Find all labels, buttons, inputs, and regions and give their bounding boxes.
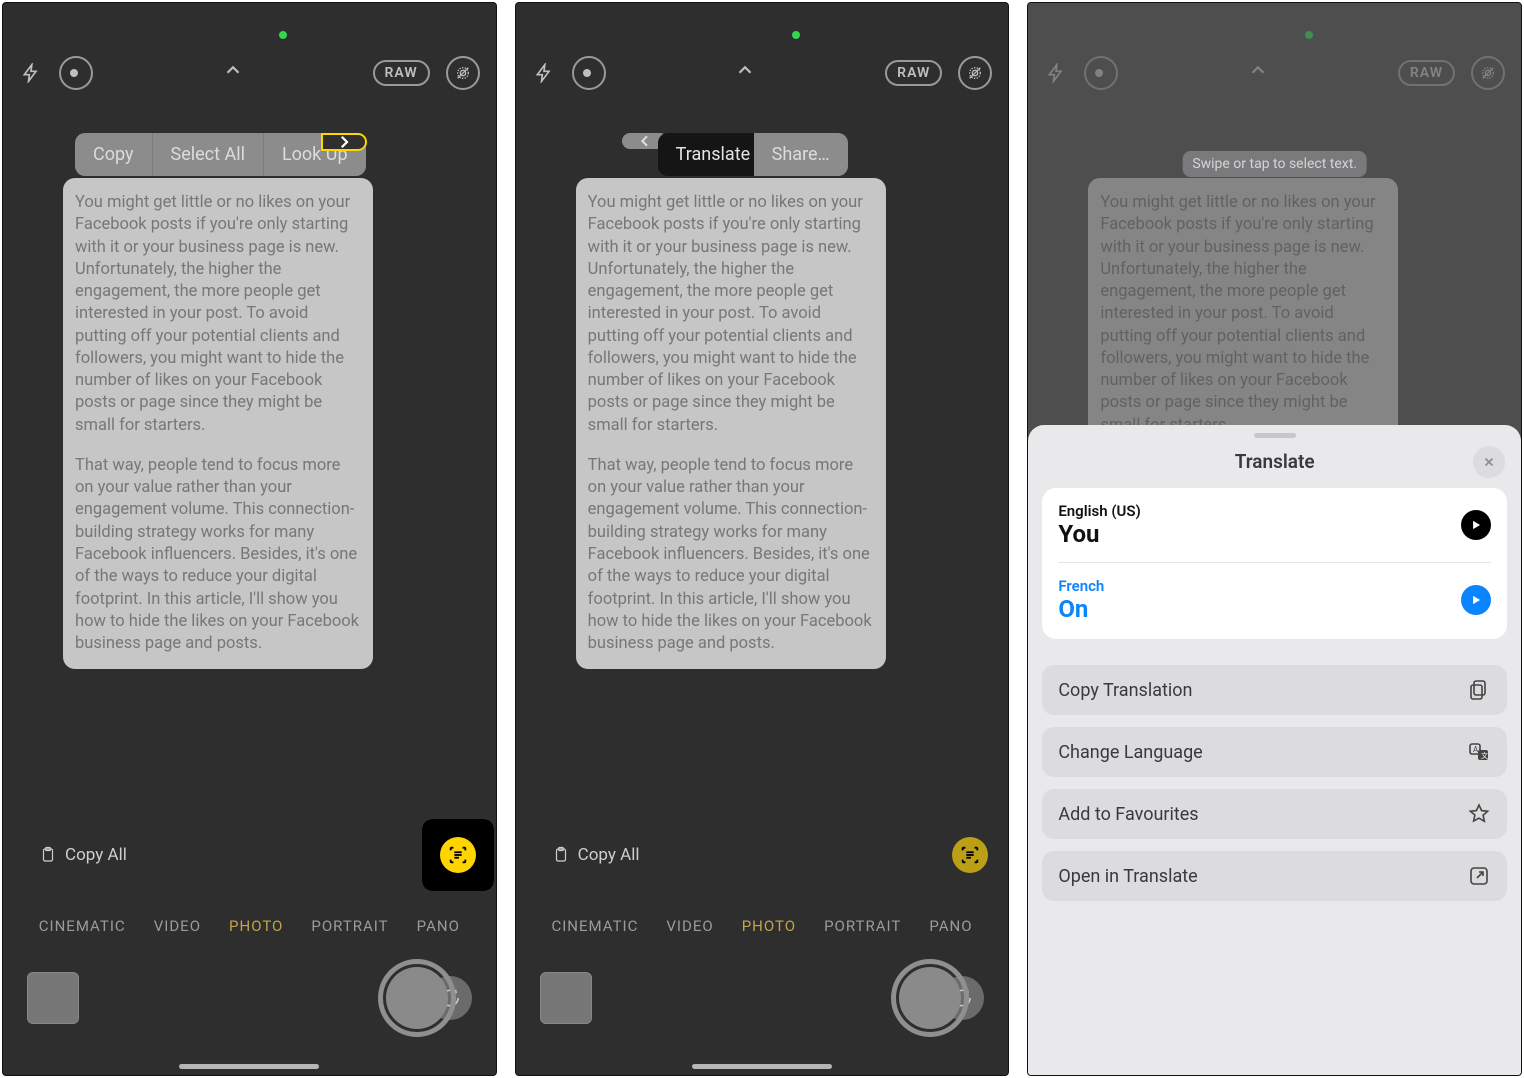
shutter-button[interactable]: [378, 959, 456, 1037]
flash-icon[interactable]: [19, 61, 43, 85]
camera-modes[interactable]: CINEMATIC VIDEO PHOTO PORTRAIT PANO: [3, 917, 496, 935]
shutter-row: [516, 943, 1009, 1053]
detected-text-p1[interactable]: You might get little or no likes on your…: [588, 192, 874, 437]
live-text-button[interactable]: [948, 833, 992, 877]
detected-text-p1[interactable]: You might get little or no likes on your…: [75, 192, 361, 437]
shutter-row: [3, 943, 496, 1053]
camera-top-bar: RAW: [3, 51, 496, 95]
camera-top-bar: RAW: [516, 51, 1009, 95]
live-text-icon: [959, 844, 981, 866]
divider: [1058, 562, 1491, 563]
live-text-button[interactable]: [436, 833, 480, 877]
svg-text:文: 文: [1481, 751, 1488, 760]
target-language-label: French: [1058, 577, 1104, 595]
chevron-right-icon: [335, 133, 353, 151]
home-indicator[interactable]: [179, 1064, 319, 1069]
select-text-hint: Swipe or tap to select text.: [1182, 151, 1367, 177]
translate-actions: Copy Translation Change Language A文 Add …: [1042, 665, 1507, 901]
chevron-up-icon[interactable]: [222, 59, 244, 87]
recording-indicator: [792, 31, 800, 39]
action-label: Add to Favourites: [1058, 804, 1198, 825]
svg-text:A: A: [1473, 745, 1479, 754]
mode-cinematic[interactable]: CINEMATIC: [39, 917, 126, 935]
mode-photo[interactable]: PHOTO: [229, 917, 283, 935]
detected-text-p2[interactable]: That way, people tend to focus more on y…: [75, 455, 361, 655]
source-text: You: [1058, 520, 1140, 548]
text-context-menu-part3: Share…: [754, 133, 848, 176]
mode-video[interactable]: VIDEO: [154, 917, 201, 935]
action-open-in-translate[interactable]: Open in Translate: [1042, 851, 1507, 901]
live-text-icon: [447, 844, 469, 866]
night-mode-icon[interactable]: [59, 56, 93, 90]
action-change-language[interactable]: Change Language A文: [1042, 727, 1507, 777]
detected-text-card: You might get little or no likes on your…: [63, 178, 373, 669]
sheet-title: Translate: [1235, 450, 1315, 473]
text-context-menu-part2: Translate: [658, 133, 768, 176]
screenshot-3: RAW Swipe or tap to select text. You mig…: [1027, 2, 1522, 1076]
close-button[interactable]: [1473, 446, 1505, 478]
mode-portrait[interactable]: PORTRAIT: [824, 917, 901, 935]
mode-cinematic[interactable]: CINEMATIC: [551, 917, 638, 935]
screenshot-1: RAW You might get little or no likes on …: [2, 2, 497, 1076]
open-external-icon: [1467, 864, 1491, 888]
recording-indicator: [279, 31, 287, 39]
clipboard-icon: [39, 845, 57, 865]
source-language-label: English (US): [1058, 502, 1140, 520]
menu-more-arrow[interactable]: [321, 133, 367, 151]
camera-modes[interactable]: CINEMATIC VIDEO PHOTO PORTRAIT PANO: [516, 917, 1009, 935]
raw-toggle[interactable]: RAW: [373, 60, 430, 86]
language-icon: A文: [1467, 740, 1491, 764]
action-label: Copy Translation: [1058, 680, 1192, 701]
translation-card: English (US) You French On: [1042, 488, 1507, 639]
mode-photo[interactable]: PHOTO: [742, 917, 796, 935]
copy-all-label: Copy All: [65, 845, 127, 865]
play-target-button[interactable]: [1461, 585, 1491, 615]
target-text: On: [1058, 595, 1104, 623]
close-icon: [1482, 455, 1496, 469]
copy-all-button[interactable]: Copy All: [39, 845, 127, 865]
menu-share[interactable]: Share…: [754, 133, 848, 176]
detected-text-p2[interactable]: That way, people tend to focus more on y…: [588, 455, 874, 655]
mode-pano[interactable]: PANO: [417, 917, 460, 935]
live-photo-icon[interactable]: [446, 56, 480, 90]
night-mode-icon[interactable]: [572, 56, 606, 90]
translate-sheet: Translate English (US) You: [1028, 425, 1521, 1075]
copy-all-label: Copy All: [578, 845, 640, 865]
screenshot-2: RAW You might get little or no likes on …: [515, 2, 1010, 1076]
raw-toggle[interactable]: RAW: [885, 60, 942, 86]
flash-icon[interactable]: [532, 61, 556, 85]
star-icon: [1467, 802, 1491, 826]
menu-translate[interactable]: Translate: [658, 133, 768, 176]
live-photo-icon[interactable]: [958, 56, 992, 90]
play-icon: [1469, 518, 1483, 532]
last-photo-thumbnail[interactable]: [27, 972, 79, 1024]
action-label: Change Language: [1058, 742, 1202, 763]
mode-video[interactable]: VIDEO: [666, 917, 713, 935]
chevron-left-icon: [637, 133, 653, 149]
action-label: Open in Translate: [1058, 866, 1197, 887]
mode-pano[interactable]: PANO: [929, 917, 972, 935]
copy-all-button[interactable]: Copy All: [552, 845, 640, 865]
shutter-button[interactable]: [891, 959, 969, 1037]
mode-portrait[interactable]: PORTRAIT: [311, 917, 388, 935]
home-indicator[interactable]: [692, 1064, 832, 1069]
action-add-favourites[interactable]: Add to Favourites: [1042, 789, 1507, 839]
clipboard-icon: [552, 845, 570, 865]
detected-text-card: You might get little or no likes on your…: [576, 178, 886, 669]
action-copy-translation[interactable]: Copy Translation: [1042, 665, 1507, 715]
play-icon: [1469, 593, 1483, 607]
chevron-up-icon[interactable]: [734, 59, 756, 87]
copy-icon: [1467, 678, 1491, 702]
last-photo-thumbnail[interactable]: [540, 972, 592, 1024]
menu-select-all[interactable]: Select All: [153, 133, 264, 176]
menu-copy[interactable]: Copy: [75, 133, 153, 176]
play-source-button[interactable]: [1461, 510, 1491, 540]
